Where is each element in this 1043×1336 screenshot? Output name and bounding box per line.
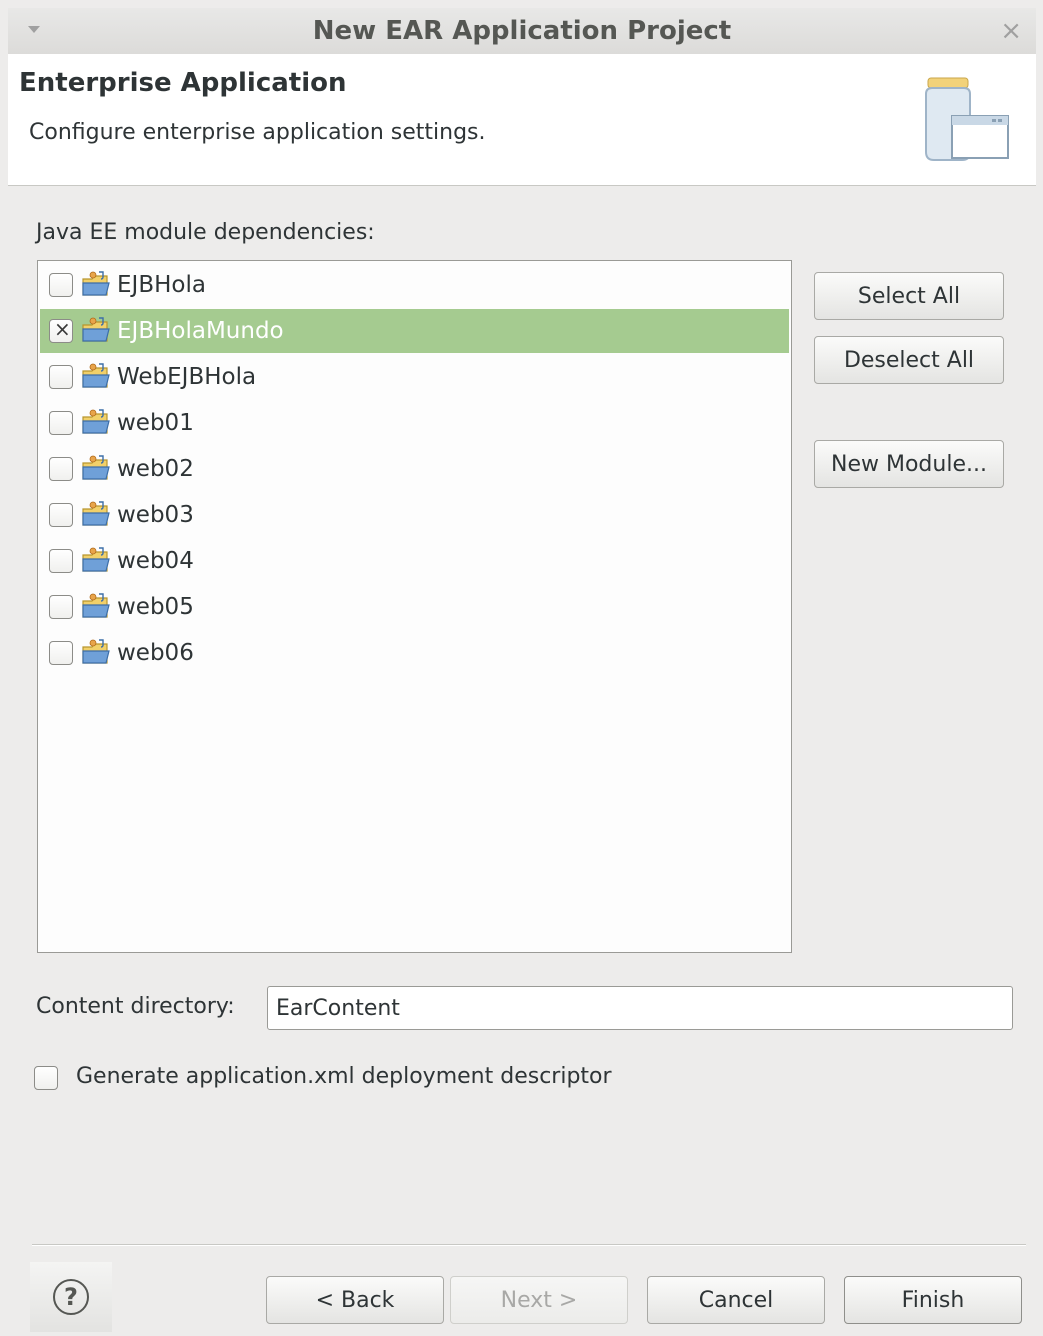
module-label: web02 — [117, 456, 194, 482]
project-folder-icon — [81, 409, 111, 437]
window-title: New EAR Application Project — [312, 16, 732, 46]
module-label: web05 — [117, 594, 194, 620]
module-checkbox[interactable] — [49, 457, 73, 481]
help-button[interactable]: ? — [30, 1262, 112, 1332]
module-label: web01 — [117, 410, 194, 436]
banner-description: Configure enterprise application setting… — [29, 120, 486, 145]
module-label: WebEJBHola — [117, 364, 257, 390]
module-checkbox[interactable] — [49, 273, 73, 297]
project-folder-icon — [81, 317, 111, 345]
module-list-item[interactable]: web06 — [40, 631, 789, 675]
module-list-item[interactable]: web01 — [40, 401, 789, 445]
generate-descriptor-checkbox[interactable] — [34, 1066, 58, 1090]
back-button[interactable]: < Back — [266, 1276, 444, 1324]
project-folder-icon — [81, 547, 111, 575]
project-folder-icon — [81, 363, 111, 391]
project-folder-icon — [81, 639, 111, 667]
finish-button[interactable]: Finish — [844, 1276, 1022, 1324]
content-directory-input[interactable] — [267, 986, 1013, 1030]
banner-heading: Enterprise Application — [19, 68, 347, 98]
wizard-jar-icon — [925, 77, 1009, 161]
module-list-item[interactable]: EJBHolaMundo — [40, 309, 789, 353]
generate-descriptor-label[interactable]: Generate application.xml deployment desc… — [76, 1064, 612, 1089]
project-folder-icon — [81, 593, 111, 621]
content-directory-label: Content directory: — [36, 994, 235, 1019]
cancel-button[interactable]: Cancel — [647, 1276, 825, 1324]
module-list-item[interactable]: web03 — [40, 493, 789, 537]
module-list-item[interactable]: WebEJBHola — [40, 355, 789, 399]
module-checkbox[interactable] — [49, 317, 73, 343]
module-list[interactable]: EJBHola EJBHolaMundo WebEJBHola web01 web02 w… — [37, 260, 792, 953]
module-list-item[interactable]: web02 — [40, 447, 789, 491]
module-checkbox[interactable] — [49, 549, 73, 573]
help-icon: ? — [53, 1279, 89, 1315]
module-label: EJBHola — [117, 272, 206, 298]
module-checkbox[interactable] — [49, 503, 73, 527]
project-folder-icon — [81, 501, 111, 529]
module-label: EJBHolaMundo — [117, 318, 284, 344]
module-list-item[interactable]: EJBHola — [40, 263, 789, 307]
module-checkbox[interactable] — [49, 595, 73, 619]
new-module-button[interactable]: New Module... — [814, 440, 1004, 488]
project-folder-icon — [81, 455, 111, 483]
module-dependencies-label: Java EE module dependencies: — [36, 220, 375, 245]
module-list-item[interactable]: web05 — [40, 585, 789, 629]
module-checkbox[interactable] — [49, 365, 73, 389]
module-label: web06 — [117, 640, 194, 666]
select-all-button[interactable]: Select All — [814, 272, 1004, 320]
deselect-all-button[interactable]: Deselect All — [814, 336, 1004, 384]
title-bar[interactable]: New EAR Application Project × — [8, 8, 1036, 54]
module-checkbox[interactable] — [49, 411, 73, 435]
next-button[interactable]: Next > — [450, 1276, 628, 1324]
module-checkbox[interactable] — [49, 641, 73, 665]
module-label: web04 — [117, 548, 194, 574]
window-menu-icon[interactable] — [28, 26, 40, 33]
footer-separator — [32, 1244, 1026, 1246]
module-list-item[interactable]: web04 — [40, 539, 789, 583]
wizard-banner: Enterprise Application Configure enterpr… — [8, 54, 1036, 186]
project-folder-icon — [81, 271, 111, 299]
module-label: web03 — [117, 502, 194, 528]
close-icon[interactable]: × — [1000, 16, 1022, 46]
